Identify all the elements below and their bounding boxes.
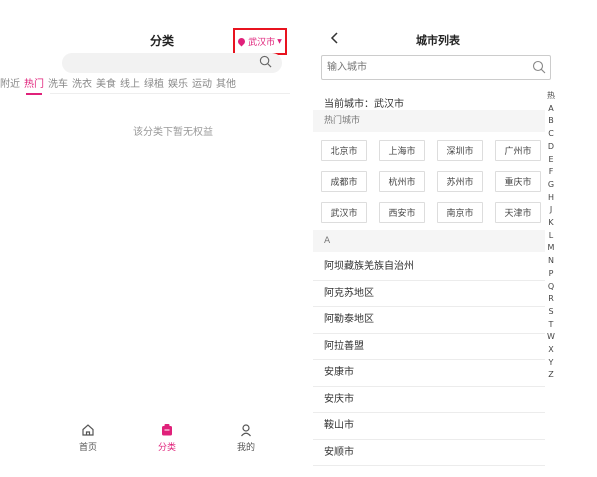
hot-city-button[interactable]: 上海市 bbox=[379, 140, 425, 161]
tab-mine[interactable]: 我的 bbox=[220, 423, 272, 453]
alphabet-index-letter[interactable]: B bbox=[548, 115, 554, 128]
page-title: 分类 bbox=[150, 34, 175, 48]
city-list-item[interactable]: 鞍山市 bbox=[313, 413, 545, 440]
tab-category[interactable]: 分类 bbox=[141, 423, 193, 453]
city-list: 阿坝藏族羌族自治州 阿克苏地区 阿勒泰地区 阿拉善盟 安康市 安庆市 鞍山市 安顺市 bbox=[313, 254, 545, 466]
city-list-item[interactable]: 安庆市 bbox=[313, 387, 545, 413]
alphabet-index-letter[interactable]: W bbox=[547, 331, 555, 344]
hot-city-button[interactable]: 北京市 bbox=[321, 140, 367, 161]
hot-city-button[interactable]: 广州市 bbox=[495, 140, 541, 161]
city-list-item[interactable]: 安康市 bbox=[313, 360, 545, 387]
alphabet-index-letter[interactable]: X bbox=[548, 344, 553, 357]
category-tabs: 附近 热门 洗车 洗衣 美食 线上 绿植 娱乐 运动 其他 bbox=[0, 75, 300, 95]
search-bar[interactable] bbox=[62, 53, 282, 73]
category-tab[interactable]: 热门 bbox=[24, 75, 44, 95]
tab-home-label: 首页 bbox=[78, 443, 97, 453]
category-tab[interactable]: 美食 bbox=[96, 75, 116, 90]
hot-city-button[interactable]: 天津市 bbox=[495, 202, 541, 223]
page-title: 城市列表 bbox=[416, 34, 460, 47]
alphabet-index-letter[interactable]: H bbox=[548, 192, 554, 205]
city-list-item[interactable]: 阿勒泰地区 bbox=[313, 307, 545, 334]
alphabet-index-letter[interactable]: 热 bbox=[547, 90, 555, 103]
hot-city-button[interactable]: 武汉市 bbox=[321, 202, 367, 223]
hot-city-button[interactable]: 苏州市 bbox=[437, 171, 483, 192]
hot-city-button[interactable]: 成都市 bbox=[321, 171, 367, 192]
city-list-item[interactable]: 阿坝藏族羌族自治州 bbox=[313, 254, 545, 281]
city-selector-label: 武汉市 bbox=[248, 38, 276, 48]
alphabet-index-letter[interactable]: C bbox=[548, 128, 554, 141]
tab-home[interactable]: 首页 bbox=[62, 423, 114, 453]
alphabet-index-letter[interactable]: M bbox=[548, 242, 555, 255]
empty-message: 该分类下暂无权益 bbox=[133, 127, 213, 138]
category-icon bbox=[162, 424, 172, 436]
category-tab[interactable]: 附近 bbox=[0, 75, 20, 90]
category-tab[interactable]: 线上 bbox=[120, 75, 140, 90]
alphabet-index-letter[interactable]: J bbox=[550, 204, 552, 217]
tab-category-label: 分类 bbox=[157, 443, 176, 453]
category-tab[interactable]: 洗衣 bbox=[72, 75, 92, 90]
category-tab[interactable]: 其他 bbox=[216, 75, 236, 90]
category-tab[interactable]: 娱乐 bbox=[168, 75, 188, 90]
divider bbox=[50, 93, 290, 94]
alphabet-index-letter[interactable]: E bbox=[548, 154, 553, 167]
alphabet-index-letter[interactable]: G bbox=[548, 179, 554, 192]
home-icon bbox=[82, 424, 94, 436]
category-tab[interactable]: 运动 bbox=[192, 75, 212, 90]
category-tab[interactable]: 绿植 bbox=[144, 75, 164, 90]
alphabet-index-letter[interactable]: F bbox=[549, 166, 554, 179]
alphabet-index-letter[interactable]: S bbox=[548, 306, 553, 319]
city-list-item[interactable]: 阿克苏地区 bbox=[313, 281, 545, 307]
alphabet-index-letter[interactable]: P bbox=[549, 268, 554, 281]
alphabet-index: 热ABCDEFGHJKLMNPQRSTWXYZ bbox=[545, 90, 557, 382]
alphabet-index-letter[interactable]: A bbox=[548, 103, 553, 116]
search-icon[interactable] bbox=[532, 60, 546, 74]
hot-city-button[interactable]: 深圳市 bbox=[437, 140, 483, 161]
hot-city-button[interactable]: 重庆市 bbox=[495, 171, 541, 192]
hot-city-button[interactable]: 南京市 bbox=[437, 202, 483, 223]
user-icon bbox=[241, 424, 251, 437]
back-arrow-icon[interactable] bbox=[327, 30, 343, 46]
city-list-item[interactable]: 阿拉善盟 bbox=[313, 334, 545, 360]
tab-mine-label: 我的 bbox=[236, 443, 255, 453]
alphabet-index-letter[interactable]: R bbox=[548, 293, 554, 306]
caret-down-icon: ▼ bbox=[277, 38, 282, 45]
alphabet-index-letter[interactable]: K bbox=[548, 217, 553, 230]
city-search-input[interactable] bbox=[321, 55, 551, 80]
search-icon[interactable] bbox=[259, 55, 272, 68]
alphabet-index-letter[interactable]: L bbox=[549, 230, 553, 243]
category-tab[interactable]: 洗车 bbox=[48, 75, 68, 90]
alphabet-index-letter[interactable]: N bbox=[548, 255, 554, 268]
location-pin-icon bbox=[236, 36, 247, 47]
hot-cities-header: 热门城市 bbox=[313, 110, 545, 132]
current-city: 当前城市：武汉市 bbox=[324, 99, 404, 110]
city-list-item[interactable]: 安顺市 bbox=[313, 440, 545, 466]
hot-cities-grid: 北京市 上海市 深圳市 广州市成都市 杭州市 苏州市 重庆市武汉市 西安市 南京市 天津市 bbox=[321, 140, 551, 223]
city-selector[interactable]: 武汉市 ▼ bbox=[233, 28, 287, 55]
hot-city-button[interactable]: 西安市 bbox=[379, 202, 425, 223]
alphabet-index-letter[interactable]: Y bbox=[549, 357, 554, 370]
alphabet-index-letter[interactable]: D bbox=[548, 141, 554, 154]
category-page: 分类 武汉市 ▼ 附近 热门 洗车 洗衣 美食 线上 绿植 娱乐 运动 其他 该分类下暂无权益 首… bbox=[0, 0, 300, 477]
group-header-a: A bbox=[313, 230, 545, 252]
city-list-page: 城市列表 当前城市：武汉市 热门城市 北京市上海市深圳市广州市成都市杭州市苏州市… bbox=[313, 0, 597, 477]
bottom-tab-bar: 首页 分类 我的 bbox=[62, 423, 272, 453]
alphabet-index-letter[interactable]: Z bbox=[548, 369, 553, 382]
hot-city-button[interactable]: 杭州市 bbox=[379, 171, 425, 192]
alphabet-index-letter[interactable]: T bbox=[549, 319, 554, 332]
alphabet-index-letter[interactable]: Q bbox=[548, 281, 554, 294]
